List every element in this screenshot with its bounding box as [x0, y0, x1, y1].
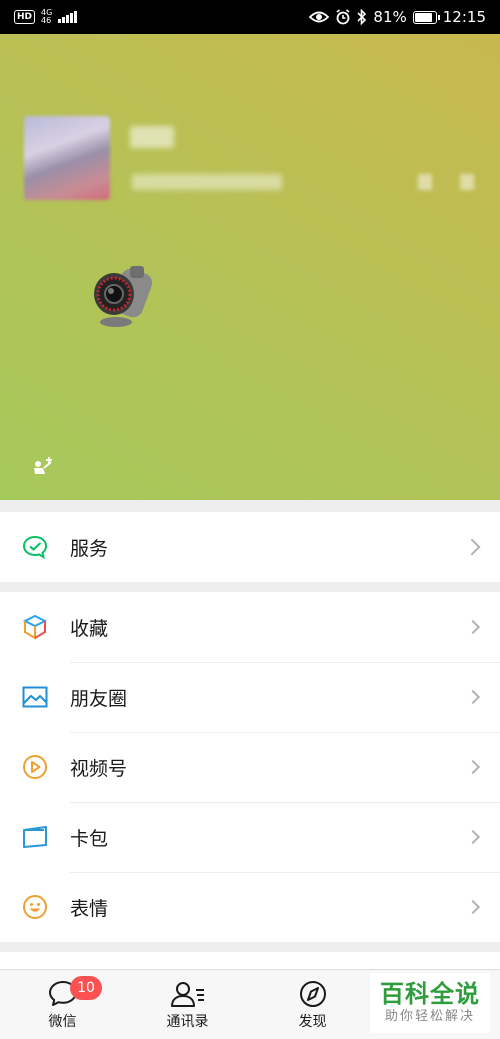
menu-label-stickers: 表情: [70, 897, 109, 920]
watermark-logo: 百科全说 助你轻松解决: [370, 973, 490, 1033]
battery-percent: 81%: [373, 8, 407, 26]
wechat-id: [132, 174, 282, 190]
network-sub: 46: [41, 16, 52, 25]
tab-label-chats: 微信: [48, 1014, 77, 1030]
favorites-icon: [22, 614, 48, 640]
chevron-right-icon: [465, 759, 481, 775]
chevron-right-icon: [465, 689, 481, 705]
moments-icon: [22, 684, 48, 710]
tab-discover[interactable]: 发现: [250, 970, 375, 1039]
security-camera-sticker: [94, 266, 152, 327]
avatar[interactable]: [24, 116, 110, 200]
services-icon: [22, 534, 48, 560]
menu-item-moments[interactable]: 朋友圈: [0, 662, 500, 732]
qr-code-icon[interactable]: [418, 174, 474, 190]
signal-icon: [58, 11, 78, 23]
menu-item-channels[interactable]: 视频号: [0, 732, 500, 802]
menu-label-channels: 视频号: [70, 757, 128, 780]
bluetooth-icon: [357, 9, 367, 25]
features-group: 收藏 朋友圈 视频号 卡包 表情: [0, 592, 500, 942]
menu-label-moments: 朋友圈: [70, 687, 128, 710]
battery-icon: [412, 10, 440, 24]
menu-item-favorites[interactable]: 收藏: [0, 592, 500, 662]
alarm-icon: [336, 9, 350, 25]
menu-item-services[interactable]: 服务: [0, 512, 500, 582]
tab-chats[interactable]: 10 微信: [0, 970, 125, 1039]
stickers-icon: [22, 894, 48, 920]
card-wallet-icon: [22, 824, 48, 850]
unread-badge: 10: [70, 976, 102, 1000]
profile-header[interactable]: [0, 34, 500, 500]
add-status-icon[interactable]: [30, 454, 56, 480]
settings-group-partial: [0, 952, 500, 969]
services-group: 服务: [0, 512, 500, 582]
clock: 12:15: [442, 8, 486, 26]
network-indicator: 4G 46: [41, 9, 52, 25]
tab-label-discover: 发现: [298, 1014, 327, 1030]
hd-badge: HD: [14, 10, 36, 24]
menu-item-card-wallet[interactable]: 卡包: [0, 802, 500, 872]
eye-icon: [309, 11, 330, 23]
chevron-right-icon: [465, 829, 481, 845]
menu-label-favorites: 收藏: [70, 617, 109, 640]
menu-label-card-wallet: 卡包: [70, 827, 109, 850]
tab-contacts[interactable]: 通讯录: [125, 970, 250, 1039]
channels-icon: [22, 754, 48, 780]
discover-icon: [299, 981, 326, 1007]
chevron-right-icon: [465, 619, 481, 635]
menu-label-services: 服务: [70, 537, 109, 560]
watermark-subtitle: 助你轻松解决: [384, 1009, 475, 1024]
chevron-right-icon: [463, 538, 481, 556]
contacts-icon: [170, 982, 204, 1007]
nickname: [130, 126, 174, 148]
chevron-right-icon: [465, 899, 481, 915]
tab-label-contacts: 通讯录: [166, 1014, 209, 1030]
watermark-title: 百科全说: [380, 980, 480, 1008]
menu-item-stickers[interactable]: 表情: [0, 872, 500, 942]
status-bar: HD 4G 46 81% 12:15: [0, 0, 500, 34]
